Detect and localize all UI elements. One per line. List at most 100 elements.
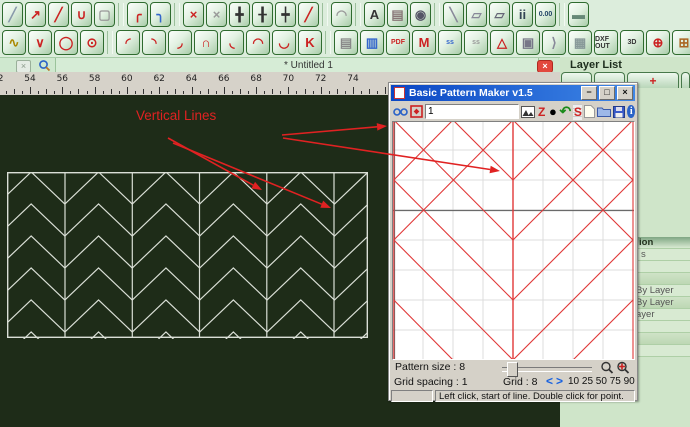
close-button[interactable]: × [617, 86, 633, 100]
ruler-tick [151, 91, 152, 94]
image-doc-button[interactable]: ▤ [334, 30, 358, 55]
image-tool[interactable]: ▤ [387, 2, 408, 27]
circle-dot-icon[interactable]: ● [548, 104, 557, 120]
ruler-tick [143, 89, 144, 94]
grid-increase-arrow[interactable]: > [556, 374, 563, 388]
squiggle-blue-tool[interactable]: ss [438, 30, 462, 55]
save-icon[interactable] [613, 104, 625, 120]
intersect-tee-tool[interactable]: ╂ [252, 2, 273, 27]
camera-2-tool[interactable]: ▦ [568, 30, 592, 55]
pattern-name-input[interactable] [425, 104, 519, 119]
arc-se-tool[interactable]: ◞ [168, 30, 192, 55]
undo-icon[interactable]: ↶ [560, 104, 572, 120]
roller-tool[interactable]: ▬ [568, 2, 589, 27]
plus-icon: + [649, 74, 656, 88]
import-doc-button[interactable]: ▥ [360, 30, 384, 55]
triangle-red-tool[interactable]: △ [490, 30, 514, 55]
ruler-tick [192, 87, 193, 94]
eye-icon[interactable] [393, 104, 408, 120]
rounded-rect-tool[interactable]: ▢ [94, 2, 115, 27]
vertical-lines-annotation: Vertical Lines [136, 108, 216, 123]
ruler-label: 66 [218, 74, 229, 84]
camera-tool[interactable]: ◉ [410, 2, 431, 27]
point-line-tool[interactable]: ╱ [48, 2, 69, 27]
grid-presets[interactable]: 10 25 50 75 90 [568, 376, 635, 387]
arc-sw-tool[interactable]: ◟ [220, 30, 244, 55]
marker-tool[interactable]: ∿ [2, 30, 26, 55]
vee-points-tool[interactable]: ∨ [28, 30, 52, 55]
intersect-plus-tool[interactable]: ╋ [229, 2, 250, 27]
ruler-tick [183, 91, 184, 94]
offset-arrow-tool[interactable]: ↗ [25, 2, 46, 27]
arch-tool[interactable]: ∩ [194, 30, 218, 55]
grid-decrease-arrow[interactable]: < [546, 374, 553, 388]
new-file-icon[interactable] [584, 104, 595, 120]
line-tool[interactable]: ╱ [2, 2, 23, 27]
corner-arc-red-tool[interactable]: ╭ [127, 2, 148, 27]
move-copy-tool[interactable]: ▱ [466, 2, 487, 27]
maximize-button[interactable]: □ [599, 86, 615, 100]
ruler-label: 60 [121, 74, 132, 84]
text-tool[interactable]: A [364, 2, 385, 27]
arc-ne-tool[interactable]: ◜ [116, 30, 140, 55]
arc-gray-tool[interactable]: ◠ [331, 2, 352, 27]
pdf-export-button[interactable]: PDF [386, 30, 410, 55]
palette-button[interactable]: ⊞ [672, 30, 690, 55]
ruler-tick [337, 89, 338, 94]
trim-gray-tool[interactable]: × [206, 2, 227, 27]
dialog-titlebar[interactable]: Basic Pattern Maker v1.5 − □ × [391, 85, 635, 101]
ring-red-tool[interactable]: ◯ [54, 30, 78, 55]
people-pair-tool[interactable]: ii [512, 2, 533, 27]
zoom-in-icon[interactable] [615, 360, 631, 376]
document-tab-title: * Untitled 1 [284, 60, 333, 71]
ring-dot-tool[interactable]: ⊙ [80, 30, 104, 55]
curve-k-tool[interactable]: K [298, 30, 322, 55]
herringbone-pattern [7, 172, 368, 339]
squiggle-gray-tool[interactable]: ss [464, 30, 488, 55]
bracket-tool[interactable]: ⟩ [542, 30, 566, 55]
arc-nw-tool[interactable]: ◝ [142, 30, 166, 55]
ruler-tick [14, 89, 15, 94]
layers-squares-tool[interactable]: ▣ [516, 30, 540, 55]
ruler-tick [361, 91, 362, 94]
dimension-meter-tool[interactable]: 0.00 [535, 2, 556, 27]
corner-arc-blue-tool[interactable]: ╮ [150, 2, 171, 27]
magnet-snap-tool[interactable]: ∪ [71, 2, 92, 27]
zigzag-m-tool[interactable]: M [412, 30, 436, 55]
ruler-tick [345, 91, 346, 94]
diagonal-red-tool[interactable]: ╱ [298, 2, 319, 27]
dxf-out-button[interactable]: DXF OUT [594, 30, 618, 55]
move-copy-2-tool[interactable]: ▱ [489, 2, 510, 27]
toolbar-row-2: ∿∨◯⊙◜◝◞∩◟◠◡K▤▥PDFMssss△▣⟩▦DXF OUT3D⊕⊞∴∞L… [1, 29, 690, 56]
image-preview-icon[interactable] [521, 104, 535, 120]
ruler-tick [200, 91, 201, 94]
magnifier-icon[interactable] [38, 59, 51, 72]
ruler-tick [321, 87, 322, 94]
pen-tool[interactable]: ╲ [443, 2, 464, 27]
ruler-label: 68 [250, 74, 261, 84]
pattern-preview[interactable] [392, 121, 635, 360]
stamp-grid-icon[interactable]: S [573, 104, 582, 120]
trim-red-tool[interactable]: × [183, 2, 204, 27]
intersect-h-tool[interactable]: ┿ [275, 2, 296, 27]
pattern-size-slider-thumb[interactable] [507, 362, 518, 377]
zoom-out-icon[interactable] [599, 360, 615, 376]
ruler-tick [46, 89, 47, 94]
document-tab[interactable]: * Untitled 1 [55, 58, 539, 73]
ruler-tick [103, 91, 104, 94]
info-icon[interactable]: i [627, 105, 635, 118]
open-folder-icon[interactable] [597, 104, 611, 120]
dialog-title: Basic Pattern Maker v1.5 [409, 87, 581, 99]
toolbar-separator [355, 3, 361, 26]
frame-icon[interactable] [410, 104, 423, 120]
zigzag-icon[interactable]: Z [537, 104, 546, 120]
target-button[interactable]: ⊕ [646, 30, 670, 55]
arc-bottom-tool[interactable]: ◡ [272, 30, 296, 55]
layer-panel-tab-4[interactable] [681, 72, 690, 88]
three-d-button[interactable]: 3D [620, 30, 644, 55]
minimize-button[interactable]: − [581, 86, 597, 100]
toolbar-separator [107, 31, 113, 54]
ruler-tick [256, 87, 257, 94]
arc-top-tool[interactable]: ◠ [246, 30, 270, 55]
ruler-tick [22, 91, 23, 94]
